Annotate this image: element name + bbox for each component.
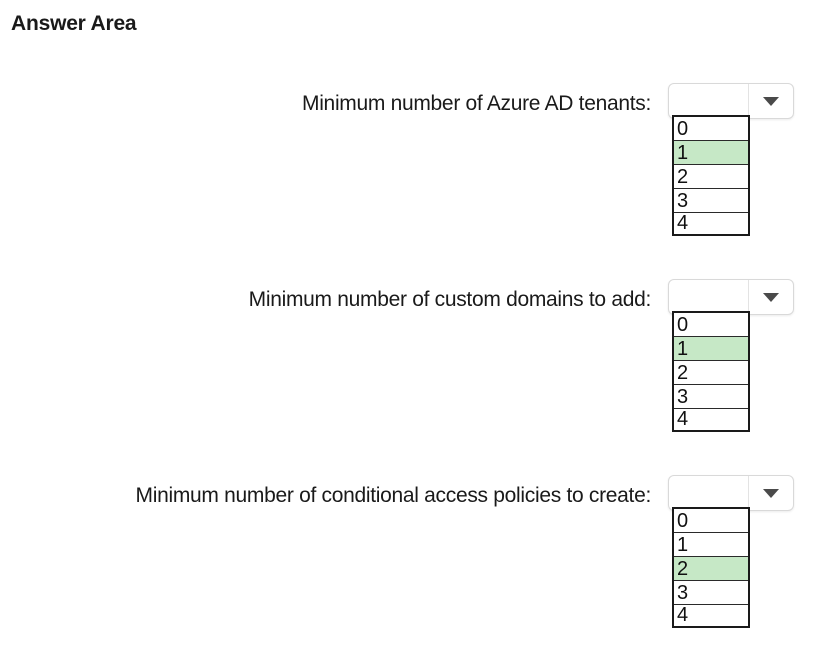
dropdown-value	[669, 280, 749, 314]
option-3[interactable]: 3	[674, 189, 748, 213]
option-3[interactable]: 3	[674, 581, 748, 605]
option-list: 0 1 2 3 4	[672, 115, 750, 236]
dropdown-value	[669, 476, 749, 510]
option-0[interactable]: 0	[674, 313, 748, 337]
option-list: 0 1 2 3 4	[672, 507, 750, 628]
option-3[interactable]: 3	[674, 385, 748, 409]
question-azure-ad-tenants: Minimum number of Azure AD tenants: 0 1 …	[0, 83, 826, 279]
option-0[interactable]: 0	[674, 509, 748, 533]
option-1[interactable]: 1	[674, 337, 748, 361]
chevron-down-icon	[763, 489, 779, 498]
option-2[interactable]: 2	[674, 557, 748, 581]
option-1[interactable]: 1	[674, 141, 748, 165]
option-1[interactable]: 1	[674, 533, 748, 557]
question-label: Minimum number of Azure AD tenants:	[302, 92, 651, 115]
option-4[interactable]: 4	[674, 213, 748, 234]
question-label: Minimum number of custom domains to add:	[248, 288, 652, 311]
question-conditional-access-policies: Minimum number of conditional access pol…	[0, 475, 826, 671]
chevron-down-icon	[763, 97, 779, 106]
question-custom-domains: Minimum number of custom domains to add:…	[0, 279, 826, 475]
answer-dropdown[interactable]	[668, 279, 794, 315]
dropdown-value	[669, 84, 749, 118]
option-0[interactable]: 0	[674, 117, 748, 141]
answer-dropdown[interactable]	[668, 83, 794, 119]
answer-dropdown[interactable]	[668, 475, 794, 511]
option-4[interactable]: 4	[674, 409, 748, 430]
option-4[interactable]: 4	[674, 605, 748, 626]
page-title: Answer Area	[11, 12, 137, 35]
option-2[interactable]: 2	[674, 165, 748, 189]
chevron-down-icon	[763, 293, 779, 302]
question-label: Minimum number of conditional access pol…	[135, 484, 652, 507]
option-list: 0 1 2 3 4	[672, 311, 750, 432]
option-2[interactable]: 2	[674, 361, 748, 385]
